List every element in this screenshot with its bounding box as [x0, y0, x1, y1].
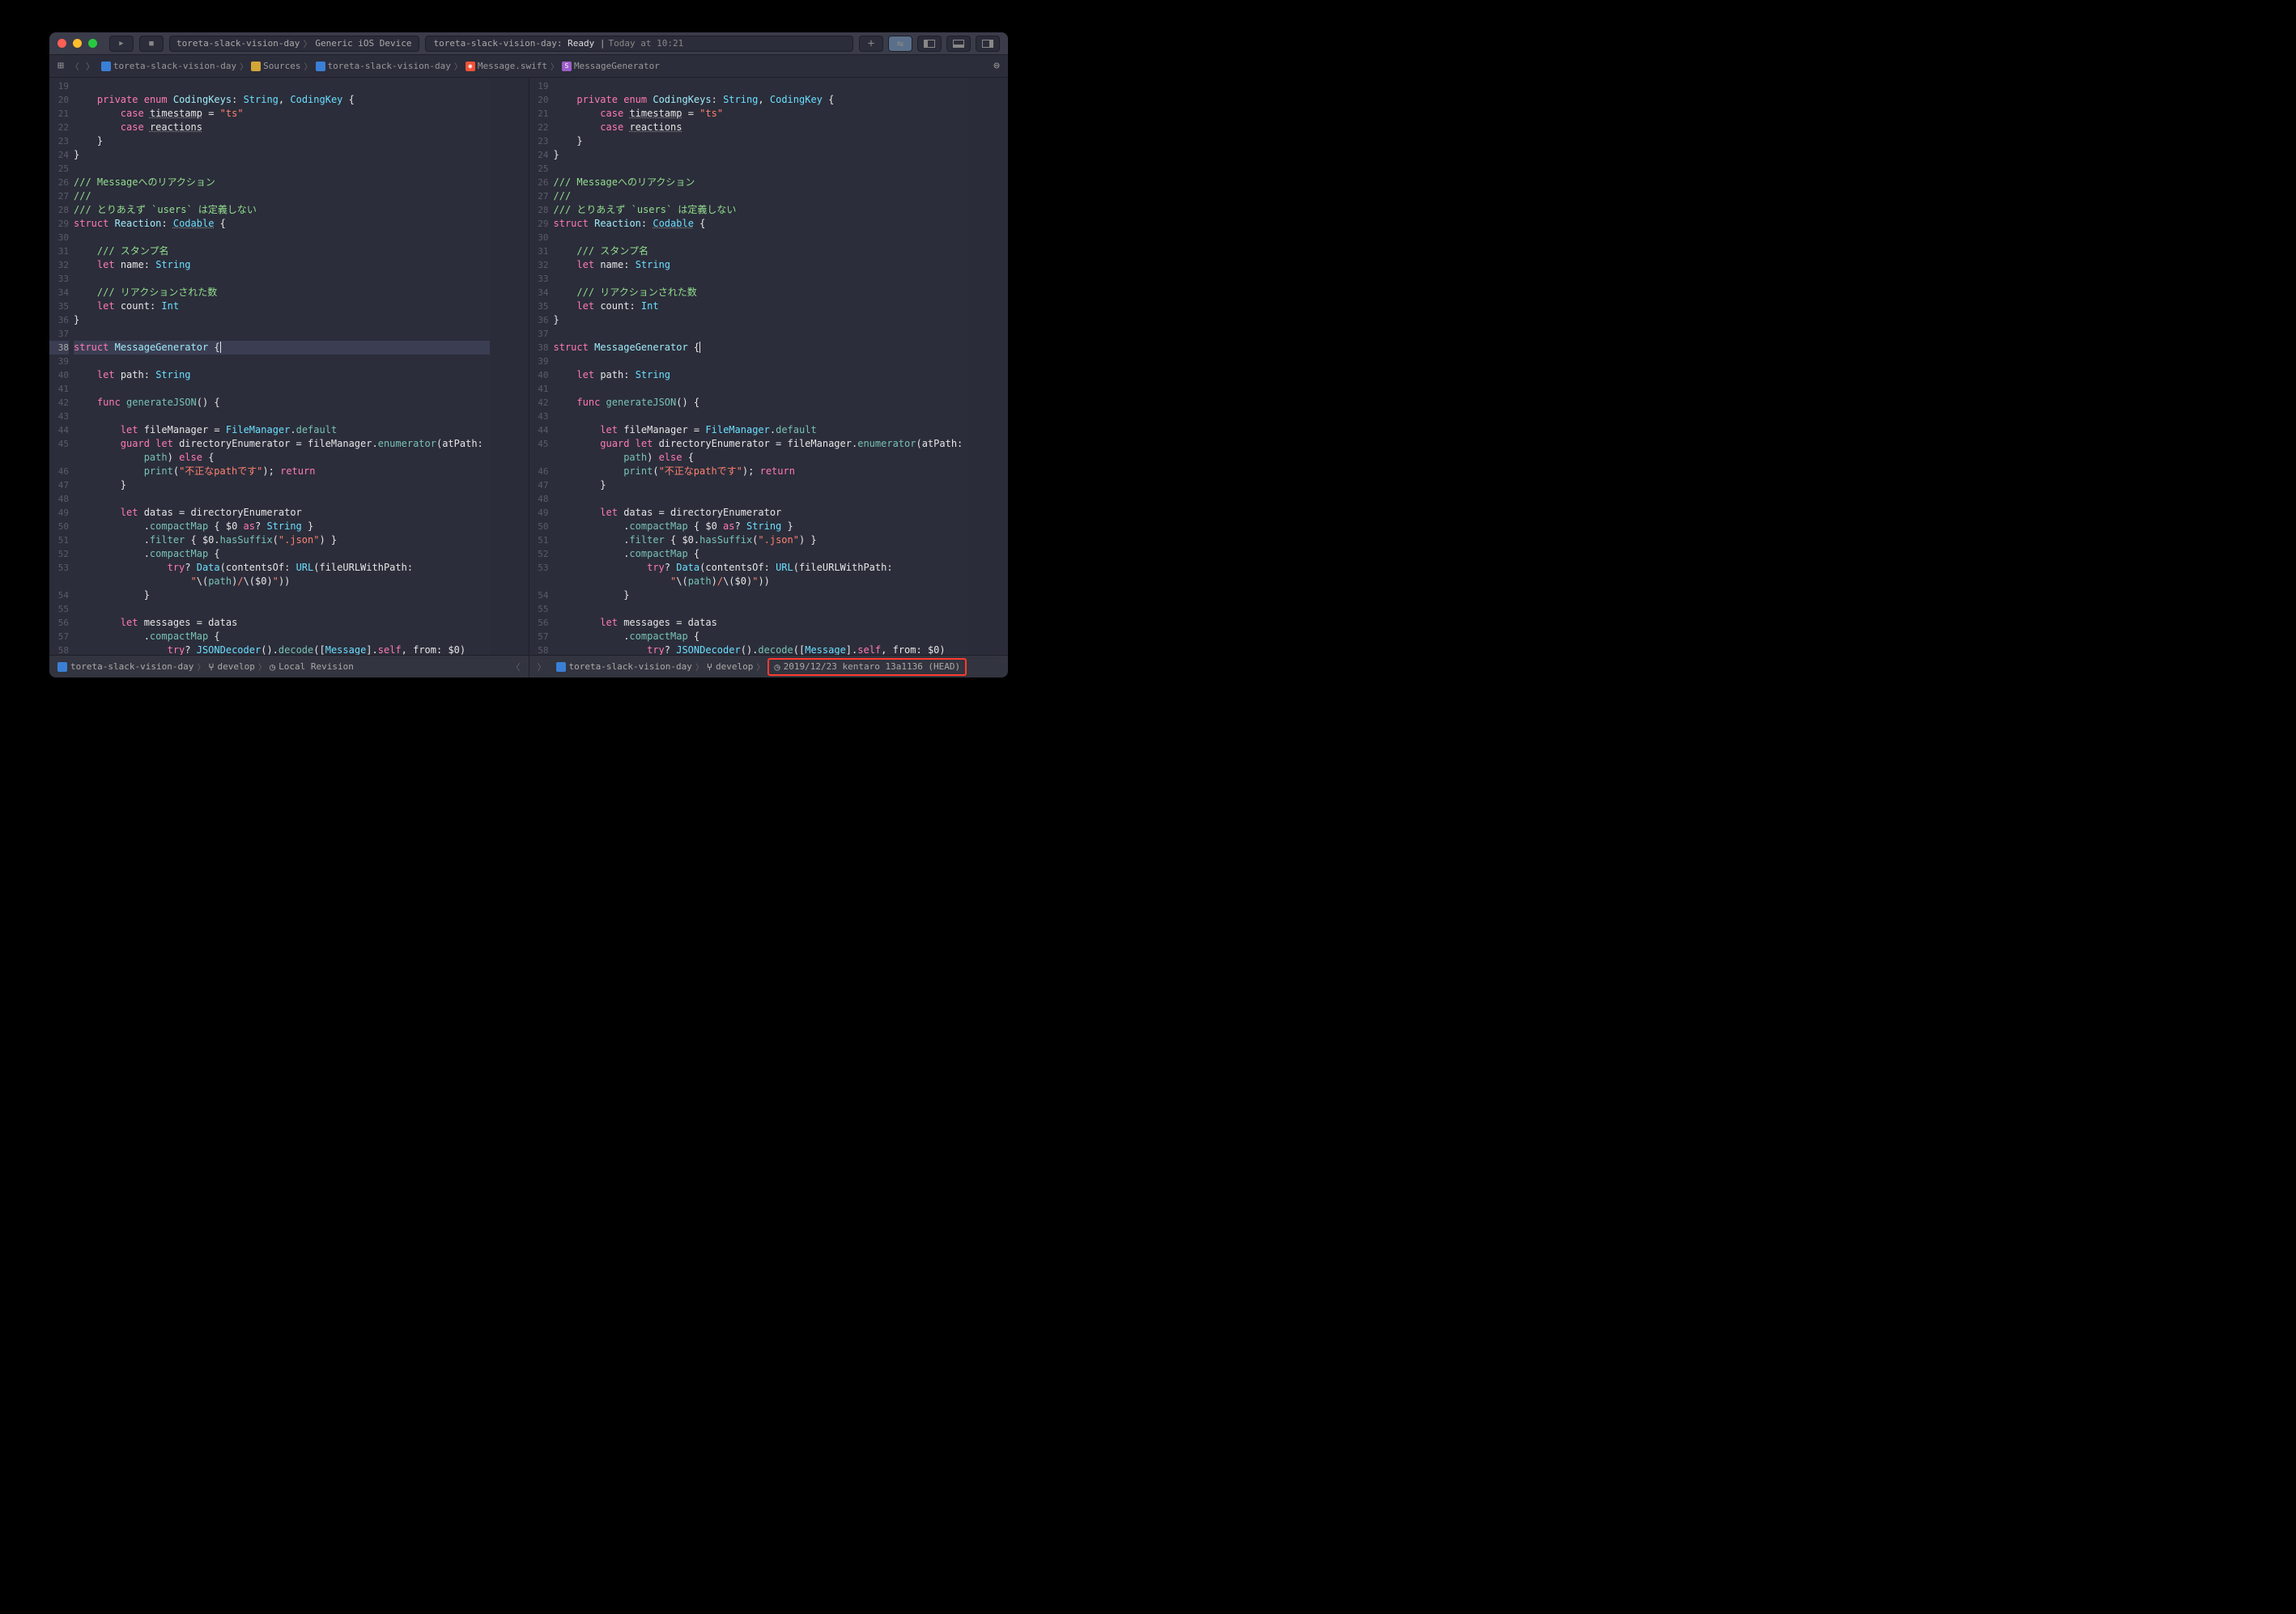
breadcrumb-item[interactable]: toreta-slack-vision-day: [316, 61, 451, 71]
editor-pane-right[interactable]: 1920212223242526272829303132333435363738…: [529, 78, 1009, 655]
breadcrumb-label: toreta-slack-vision-day: [113, 61, 236, 71]
breadcrumb: toreta-slack-vision-day〉Sources〉toreta-s…: [101, 60, 660, 72]
swift-icon: ◉: [466, 62, 475, 71]
xcode-window: toreta-slack-vision-day 〉 Generic iOS De…: [49, 32, 1008, 677]
plus-icon: [868, 37, 874, 50]
branch-icon: [707, 661, 712, 673]
revision-highlight[interactable]: 2019/12/23 kentaro 13a1136 (HEAD): [767, 658, 967, 676]
vb-branch-left[interactable]: develop: [218, 661, 255, 672]
vb-project-left[interactable]: toreta-slack-vision-day: [70, 661, 193, 672]
breadcrumb-label: MessageGenerator: [574, 61, 660, 71]
vb-revision-left[interactable]: Local Revision: [278, 661, 354, 672]
version-bar-right: 〉 toreta-slack-vision-day 〉 develop 〉 20…: [529, 656, 1009, 677]
breadcrumb-label: Sources: [263, 61, 300, 71]
folder-icon: [57, 662, 67, 672]
breadcrumb-item[interactable]: toreta-slack-vision-day: [101, 61, 236, 71]
toggle-left-panel[interactable]: [917, 36, 942, 52]
breadcrumb-item[interactable]: Sources: [251, 61, 300, 71]
gutter-left: 1920212223242526272829303132333435363738…: [49, 78, 74, 655]
jump-bar: 〈 〉 toreta-slack-vision-day〉Sources〉tore…: [49, 55, 1008, 78]
maximize-window[interactable]: [88, 39, 97, 48]
related-items-icon[interactable]: [57, 60, 64, 72]
clock-icon: [270, 661, 275, 673]
traffic-lights: [57, 39, 97, 48]
vb-revision-right: 2019/12/23 kentaro 13a1136 (HEAD): [784, 661, 961, 672]
scheme-selector[interactable]: toreta-slack-vision-day 〉 Generic iOS De…: [169, 36, 419, 52]
code-right[interactable]: private enum CodingKeys: String, CodingK…: [554, 78, 970, 655]
minimap-left[interactable]: [490, 78, 529, 655]
version-bar: toreta-slack-vision-day 〉 develop 〉 Loca…: [49, 655, 1008, 677]
collapse-left[interactable]: 〈: [512, 660, 521, 673]
folder-y-icon: [251, 62, 261, 71]
panel-bottom-icon: [953, 40, 964, 48]
folder-icon: [556, 662, 566, 672]
panel-right-icon: [982, 40, 993, 48]
struct-icon: S: [562, 62, 572, 71]
clock-icon: [774, 661, 780, 673]
stop-button[interactable]: [139, 36, 164, 52]
code-review-button[interactable]: [888, 36, 912, 52]
add-button[interactable]: [859, 36, 883, 52]
arrows-icon: [897, 37, 904, 50]
vb-project-right[interactable]: toreta-slack-vision-day: [569, 661, 692, 672]
minimap-right[interactable]: [969, 78, 1008, 655]
scheme-target: toreta-slack-vision-day: [176, 38, 300, 49]
more-icon[interactable]: [993, 60, 1000, 72]
breadcrumb-label: Message.swift: [478, 61, 547, 71]
minimize-window[interactable]: [73, 39, 82, 48]
titlebar: toreta-slack-vision-day 〉 Generic iOS De…: [49, 32, 1008, 55]
status-time: Today at 10:21: [609, 38, 684, 49]
nav-forward[interactable]: 〉: [86, 60, 95, 73]
status-state: Ready: [568, 38, 594, 49]
activity-status: toreta-slack-vision-day: Ready | Today a…: [425, 36, 853, 52]
nav-back[interactable]: 〈: [70, 60, 79, 73]
branch-icon: [208, 661, 214, 673]
scheme-sep: 〉: [303, 37, 312, 50]
vb-branch-right[interactable]: develop: [716, 661, 753, 672]
toggle-bottom-panel[interactable]: [946, 36, 971, 52]
code-left[interactable]: private enum CodingKeys: String, CodingK…: [74, 78, 490, 655]
folder-icon: [101, 62, 111, 71]
breadcrumb-item[interactable]: SMessageGenerator: [562, 61, 660, 71]
editor-pane-left[interactable]: 1920212223242526272829303132333435363738…: [49, 78, 529, 655]
breadcrumb-item[interactable]: ◉Message.swift: [466, 61, 547, 71]
editor-area: 1920212223242526272829303132333435363738…: [49, 78, 1008, 655]
titlebar-right: [859, 36, 1000, 52]
breadcrumb-label: toreta-slack-vision-day: [328, 61, 451, 71]
version-bar-left: toreta-slack-vision-day 〉 develop 〉 Loca…: [49, 656, 529, 677]
gutter-right: 1920212223242526272829303132333435363738…: [529, 78, 554, 655]
toggle-right-panel[interactable]: [976, 36, 1000, 52]
collapse-right[interactable]: 〉: [538, 660, 546, 673]
status-project: toreta-slack-vision-day:: [434, 38, 563, 49]
status-sep: |: [600, 38, 606, 49]
close-window[interactable]: [57, 39, 66, 48]
scheme-device: Generic iOS Device: [315, 38, 411, 49]
run-button[interactable]: [109, 36, 134, 52]
folder-icon: [316, 62, 325, 71]
panel-left-icon: [924, 40, 935, 48]
